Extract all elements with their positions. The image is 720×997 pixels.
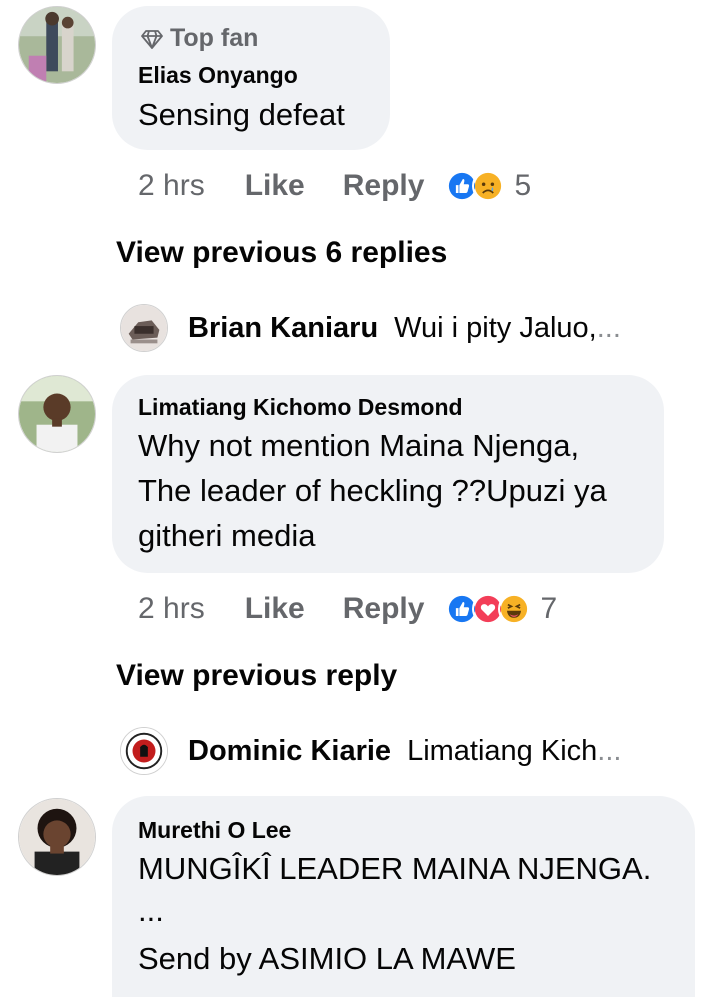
reaction-count: 7 xyxy=(540,592,558,625)
comment-author[interactable]: Elias Onyango xyxy=(138,62,298,89)
comment-actions: 2 hrs Like Reply 5 xyxy=(138,164,531,208)
like-button[interactable]: Like xyxy=(245,169,305,203)
reaction-summary[interactable]: 7 xyxy=(446,592,557,626)
reply-button[interactable]: Reply xyxy=(343,592,425,626)
sad-reaction-icon xyxy=(472,170,505,202)
diamond-icon xyxy=(141,29,163,49)
reply-ellipsis: ... xyxy=(597,734,622,767)
reply-button[interactable]: Reply xyxy=(343,169,425,203)
view-previous-reply-link[interactable]: View previous reply xyxy=(116,659,397,693)
comment-author[interactable]: Limatiang Kichomo Desmond xyxy=(138,394,463,421)
reply-author[interactable]: Brian Kaniaru xyxy=(188,312,378,345)
reaction-summary[interactable]: 5 xyxy=(446,169,531,203)
comment-text-line: ... xyxy=(138,893,164,928)
comment-bubble: Murethi O Lee MUNGÎKÎ LEADER MAINA NJENG… xyxy=(112,796,695,997)
comment-timestamp[interactable]: 2 hrs xyxy=(138,169,205,203)
badge-label: Top fan xyxy=(170,24,259,52)
like-button[interactable]: Like xyxy=(245,592,305,626)
reply-snippet: Wui i pity Jaluo, xyxy=(394,311,597,344)
reply-preview[interactable]: Dominic Kiarie Limatiang Kich ... xyxy=(120,725,621,777)
comment-text-line: MUNGÎKÎ LEADER MAINA NJENGA. xyxy=(138,851,652,886)
comment-timestamp[interactable]: 2 hrs xyxy=(138,592,205,626)
comment-text-line: Why not mention Maina Njenga, xyxy=(138,428,580,463)
reply-ellipsis: ... xyxy=(596,311,621,344)
comment-text-line: githeri media xyxy=(138,518,316,553)
reaction-count: 5 xyxy=(514,169,532,202)
view-previous-replies-link[interactable]: View previous 6 replies xyxy=(116,236,447,270)
reply-avatar[interactable] xyxy=(120,727,168,775)
comment-bubble: Top fan Elias Onyango Sensing defeat xyxy=(112,6,390,150)
commenter-avatar[interactable] xyxy=(18,6,96,84)
top-fan-badge: Top fan xyxy=(140,24,258,53)
reply-preview[interactable]: Brian Kaniaru Wui i pity Jaluo, ... xyxy=(120,302,621,354)
comment-text-line: The leader of heckling ??Upuzi ya xyxy=(138,473,607,508)
comment-text-line: Send by ASIMIO LA MAWE xyxy=(138,941,516,976)
comment-text: Sensing defeat xyxy=(138,97,345,132)
haha-reaction-icon xyxy=(498,593,531,625)
reply-snippet: Limatiang Kich xyxy=(407,734,598,767)
comment-bubble: Limatiang Kichomo Desmond Why not mentio… xyxy=(112,375,664,573)
comment-author[interactable]: Murethi O Lee xyxy=(138,817,291,844)
commenter-avatar[interactable] xyxy=(18,375,96,453)
reply-author[interactable]: Dominic Kiarie xyxy=(188,735,391,768)
comment-actions: 2 hrs Like Reply 7 xyxy=(138,587,557,631)
commenter-avatar[interactable] xyxy=(18,798,96,876)
reply-avatar[interactable] xyxy=(120,304,168,352)
